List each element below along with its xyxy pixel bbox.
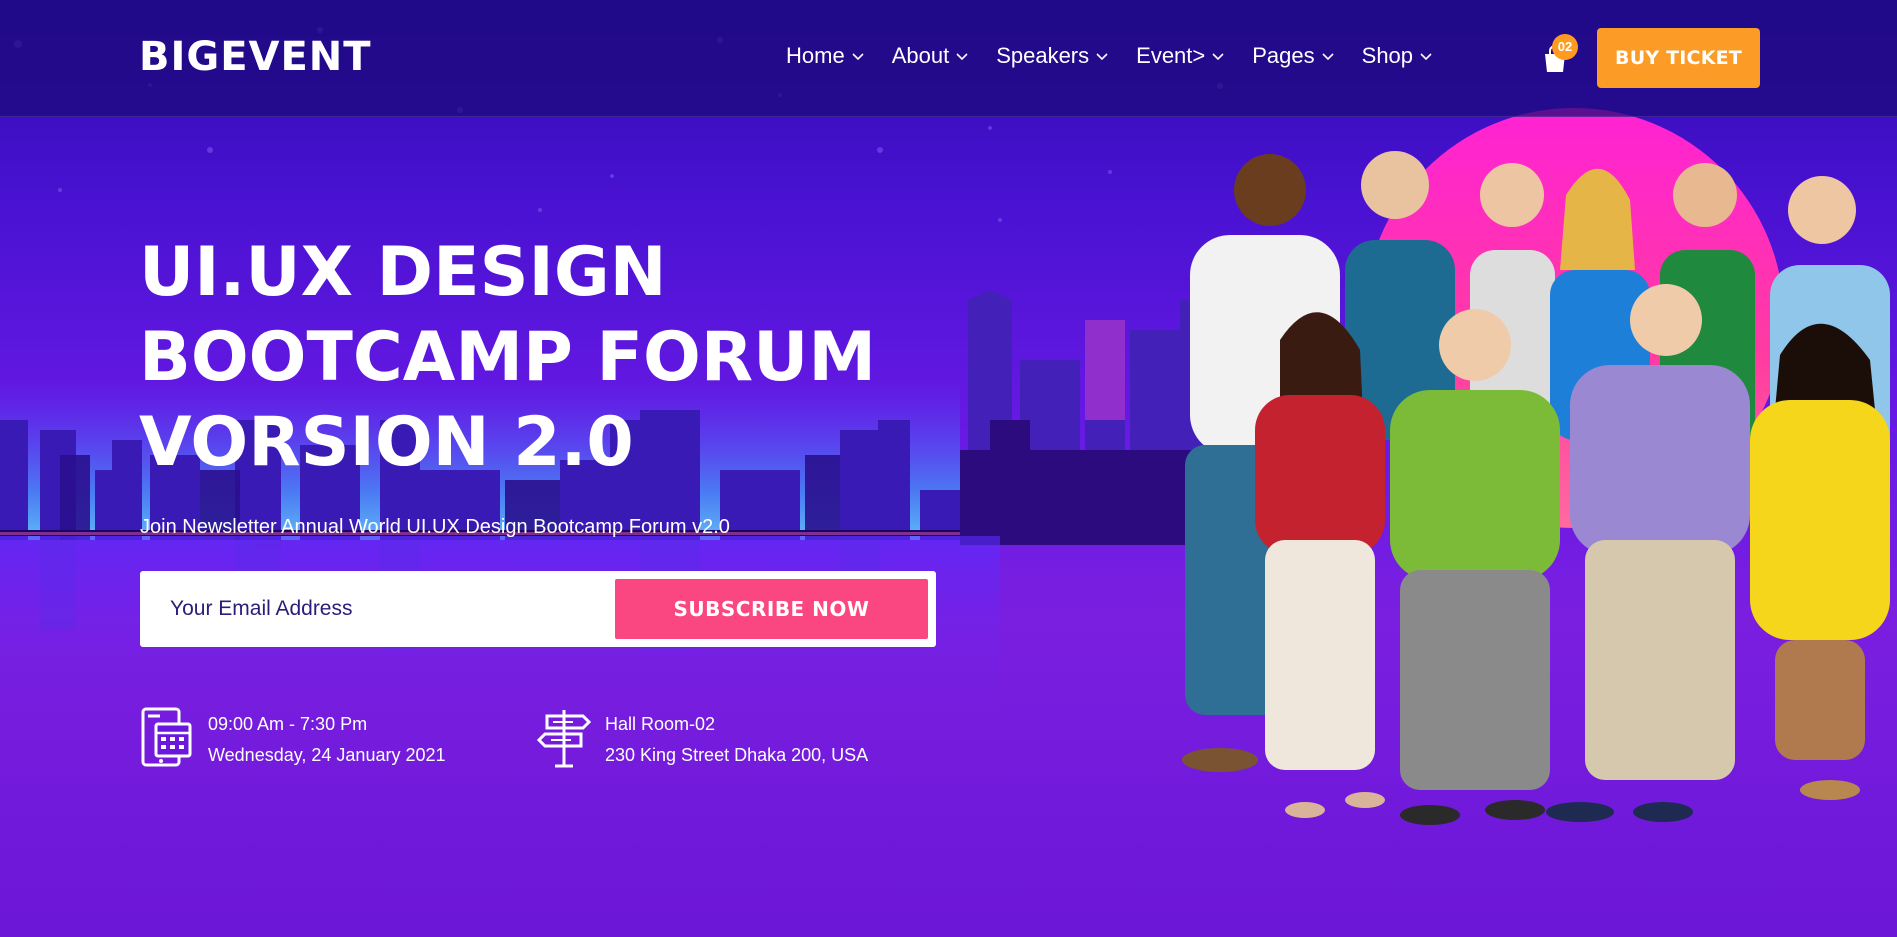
chevron-down-icon [1322,53,1334,61]
hero-title-line: VORSION 2.0 [139,403,634,482]
nav-item-label: Speakers [996,43,1090,68]
event-venue: Hall Room-02 [605,714,716,734]
event-address: 230 King Street Dhaka 200, USA [605,745,869,765]
subscribe-button[interactable]: SUBSCRIBE NOW [615,579,928,639]
main-nav: Home About Speakers Event> Pages Shop [786,43,1460,69]
nav-item-event[interactable]: Event> [1136,43,1225,69]
buy-ticket-button[interactable]: BUY TICKET [1597,28,1760,88]
event-time: 09:00 Am - 7:30 Pm [208,714,368,734]
nav-item-home[interactable]: Home [786,43,865,69]
nav-item-label: Event> [1136,43,1206,68]
nav-item-label: About [891,43,950,68]
event-date: Wednesday, 24 January 2021 [208,745,446,765]
hero-title-line: BOOTCAMP FORUM [139,318,877,397]
event-venue-info: Hall Room-02 230 King Street Dhaka 200, … [537,706,868,771]
nav-item-about[interactable]: About [892,43,970,69]
nav-item-pages[interactable]: Pages [1252,43,1334,69]
hero-title: UI.UX DESIGN BOOTCAMP FORUM VORSION 2.0 [139,230,1039,485]
cart-count-badge: 02 [1552,34,1578,60]
nav-item-label: Home [786,43,845,68]
newsletter-form: SUBSCRIBE NOW [140,571,936,647]
hero-section: BIGEVENT Home About Speakers Event> Page… [0,0,1897,937]
chevron-down-icon [1096,53,1108,61]
hero-subtitle: Join Newsletter Annual World UI.UX Desig… [140,516,730,538]
calendar-icon [141,707,192,767]
chevron-down-icon [956,53,968,61]
chevron-down-icon [1420,53,1432,61]
nav-item-label: Shop [1361,43,1414,68]
nav-item-shop[interactable]: Shop [1362,43,1433,69]
event-time-text: 09:00 Am - 7:30 Pm Wednesday, 24 January… [208,706,446,771]
event-time-info: 09:00 Am - 7:30 Pm Wednesday, 24 January… [140,706,446,771]
attendees-illustration [1182,151,1890,825]
site-logo[interactable]: BIGEVENT [139,34,372,80]
chevron-down-icon [852,53,864,61]
nav-item-label: Pages [1252,43,1315,68]
chevron-down-icon [1212,53,1224,61]
nav-item-speakers[interactable]: Speakers [996,43,1109,69]
event-venue-text: Hall Room-02 230 King Street Dhaka 200, … [605,706,868,771]
hero-title-line: UI.UX DESIGN [139,233,667,312]
signpost-icon [537,710,591,768]
site-header: BIGEVENT Home About Speakers Event> Page… [0,0,1897,117]
